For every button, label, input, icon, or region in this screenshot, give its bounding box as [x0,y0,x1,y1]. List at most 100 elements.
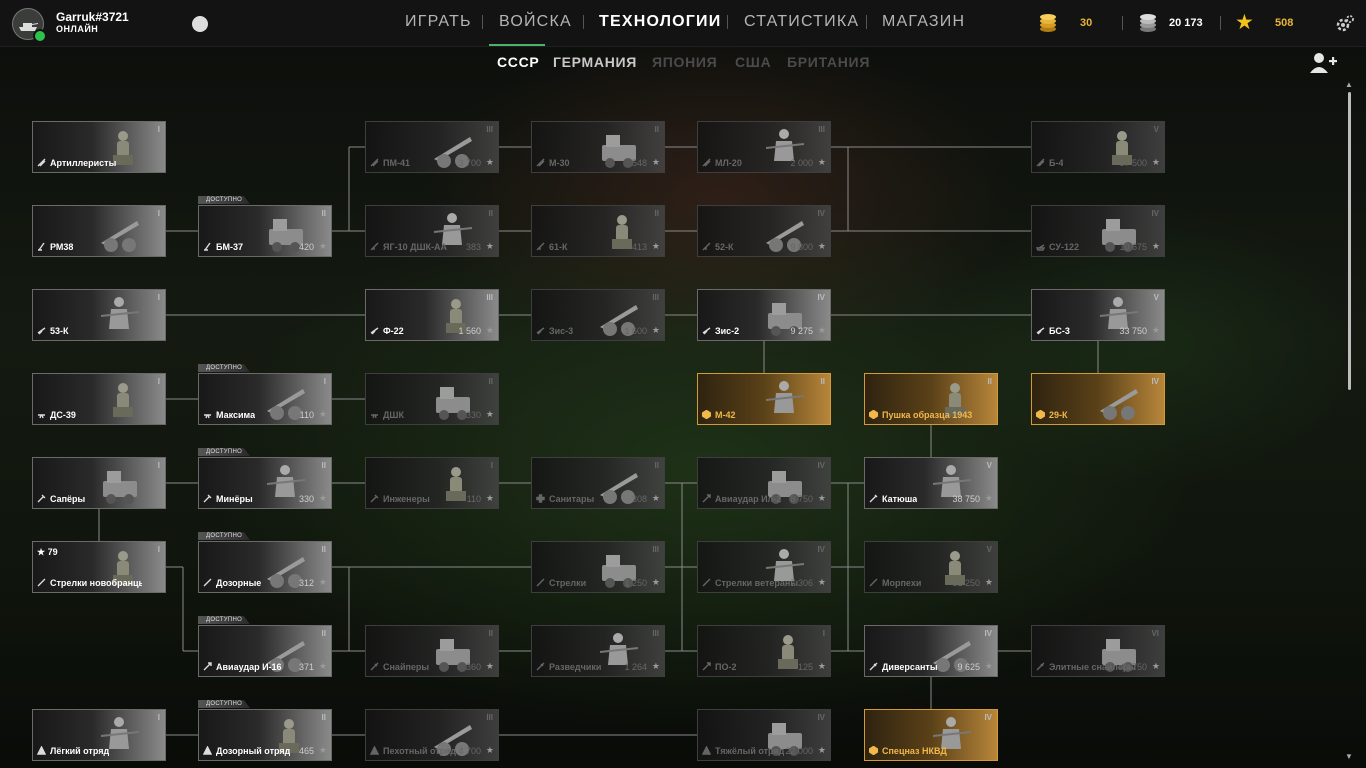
cost-star-icon: ★ [485,661,494,671]
scrollbar-thumb[interactable] [1348,92,1351,390]
unit-card-22[interactable]: I Сапёры [32,457,166,509]
unit-card-34[interactable]: II Снайперы 360 ★ [365,625,499,677]
squad-icon [370,746,379,755]
unit-card-33[interactable]: II Авиаудар И-16 371 ★ [198,625,332,677]
unit-card-8[interactable]: II 61-К 413 ★ [531,205,665,257]
cost-star-icon: ★ [1151,661,1160,671]
unit-card-21[interactable]: IV 29-К [1031,373,1165,425]
unit-tier: V [1153,293,1159,302]
unit-card-32[interactable]: V Морпехи 31 250 ★ [864,541,998,593]
unit-tier: I [323,377,326,386]
unit-card-12[interactable]: III Ф-22 1 560 ★ [365,289,499,341]
unit-tier: V [1153,125,1159,134]
unit-card-26[interactable]: IV Авиаудар Ил-2 8 750 ★ [697,457,831,509]
unit-name: Спецназ НКВД [882,746,947,756]
cost-star-icon: ★ [318,661,327,671]
unit-name: ПО-2 [715,662,737,672]
squad-icon [37,746,46,755]
rifle-icon [536,578,545,587]
unit-card-38[interactable]: VI Элитные снайперы 43 750 ★ [1031,625,1165,677]
scroll-down-icon[interactable]: ▼ [1345,752,1353,761]
unit-cost: 4 700 [458,746,481,756]
unit-card-10[interactable]: IV СУ-122 10 675 ★ [1031,205,1165,257]
cost-star-icon: ★ [817,577,826,587]
unit-card-31[interactable]: IV Стрелки ветераны 7 306 ★ [697,541,831,593]
unit-tier: I [157,209,160,218]
unit-card-17[interactable]: I Максима 110 ★ [198,373,332,425]
unit-card-11[interactable]: I 53-К [32,289,166,341]
unit-cost: 330 [298,494,314,504]
unit-card-42[interactable]: IV Тяжёлый отряд 22 000 ★ [697,709,831,761]
unit-card-27[interactable]: V Катюша 38 750 ★ [864,457,998,509]
cost-star-icon: ★ [817,325,826,335]
unit-name: ЯГ-10 ДШК-АА [383,242,448,252]
unit-level: ★ 79 [37,547,58,557]
unit-card-5[interactable]: I РМ38 [32,205,166,257]
unit-card-1[interactable]: III ПМ-41 3 700 ★ [365,121,499,173]
unit-portrait [113,383,133,417]
unit-card-9[interactable]: IV 52-К 9 800 ★ [697,205,831,257]
sniper-icon [536,662,545,671]
unit-card-20[interactable]: II Пушка образца 1943 года [864,373,998,425]
unit-cost: 1 600 [624,326,647,336]
unit-portrait [101,297,139,329]
available-badge: ДОСТУПНО [198,364,250,372]
rifle-icon [702,578,711,587]
unit-card-35[interactable]: III Разведчики 1 264 ★ [531,625,665,677]
squad-icon [203,746,212,755]
unit-tier: IV [1151,209,1159,218]
aa-icon [370,242,379,251]
unit-card-2[interactable]: II М-30 548 ★ [531,121,665,173]
unit-card-14[interactable]: IV Зис-2 9 275 ★ [697,289,831,341]
unit-name: Разведчики [549,662,602,672]
unit-card-0[interactable]: I Артиллеристы [32,121,166,173]
unit-cost: 37 500 [1119,158,1147,168]
unit-card-18[interactable]: II ДШК 330 ★ [365,373,499,425]
unit-card-41[interactable]: III Пехотный отряд 4 700 ★ [365,709,499,761]
unit-card-36[interactable]: I ПО-2 125 ★ [697,625,831,677]
unit-name: Тяжёлый отряд [715,746,785,756]
unit-name: 53-К [50,326,69,336]
unit-card-19[interactable]: II М-42 [697,373,831,425]
cost-star-icon: ★ [1151,325,1160,335]
unit-card-13[interactable]: III Зис-3 1 600 ★ [531,289,665,341]
unit-tier: I [822,629,825,638]
unit-card-6[interactable]: II БМ-37 420 ★ [198,205,332,257]
unit-name: Зис-2 [715,326,740,336]
cost-star-icon: ★ [485,745,494,755]
unit-card-30[interactable]: III Стрелки 1 250 ★ [531,541,665,593]
unit-name: Катюша [882,494,918,504]
unit-card-29[interactable]: II Дозорные 312 ★ [198,541,332,593]
unit-card-25[interactable]: II Санитары 308 ★ [531,457,665,509]
unit-tier: IV [817,293,825,302]
cost-star-icon: ★ [651,577,660,587]
unit-name: ПМ-41 [383,158,410,168]
unit-card-43[interactable]: IV Спецназ НКВД [864,709,998,761]
unit-card-23[interactable]: II Минёры 330 ★ [198,457,332,509]
unit-card-28[interactable]: I Стрелки новобранцы ★ 79 [32,541,166,593]
unit-card-24[interactable]: I Инженеры 110 ★ [365,457,499,509]
unit-name: ДШК [383,410,404,420]
engineer-icon [370,494,379,503]
unit-tier: II [654,125,659,134]
unit-card-15[interactable]: V БС-3 33 750 ★ [1031,289,1165,341]
available-badge: ДОСТУПНО [198,196,250,204]
available-badge-label: ДОСТУПНО [206,365,243,371]
available-badge: ДОСТУПНО [198,616,250,624]
unit-card-40[interactable]: II Дозорный отряд 465 ★ [198,709,332,761]
cost-star-icon: ★ [485,241,494,251]
unit-card-37[interactable]: IV Диверсанты 9 625 ★ [864,625,998,677]
scroll-up-icon[interactable]: ▲ [1345,80,1353,89]
unit-card-7[interactable]: II ЯГ-10 ДШК-АА 383 ★ [365,205,499,257]
unit-cost: 9 625 [957,662,980,672]
unit-card-4[interactable]: V Б-4 37 500 ★ [1031,121,1165,173]
atgun-icon [1036,327,1045,335]
unit-card-3[interactable]: III МЛ-20 2 000 ★ [697,121,831,173]
unit-cost: 110 [299,410,314,420]
unit-tier: II [488,629,493,638]
unit-card-16[interactable]: I ДС-39 [32,373,166,425]
unit-name: 29-К [1049,410,1068,420]
unit-card-39[interactable]: I Лёгкий отряд [32,709,166,761]
unit-name: Зис-3 [549,326,574,336]
unit-tier: VI [1151,629,1159,638]
